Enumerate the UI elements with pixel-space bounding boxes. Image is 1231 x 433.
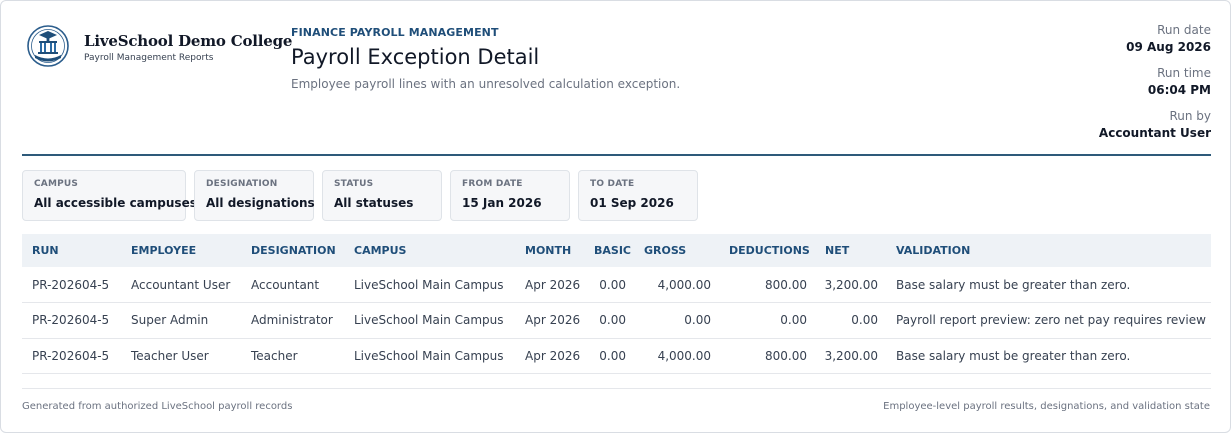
cell-validation: Base salary must be greater than zero. <box>896 277 1131 292</box>
cell-net: 0.00 <box>851 313 878 328</box>
column-header-deductions[interactable]: DEDUCTIONS <box>719 234 815 267</box>
filter-value: All designations <box>206 196 315 210</box>
header-divider <box>22 154 1211 156</box>
filter-label: TO DATE <box>590 179 635 189</box>
run-meta: Run date 09 Aug 2026 Run time 06:04 PM R… <box>1099 21 1211 150</box>
cell-employee: Super Admin <box>131 313 209 328</box>
table-header-row: RUN EMPLOYEE DESIGNATION CAMPUS MONTH BA… <box>22 234 1211 267</box>
cell-deductions: 0.00 <box>780 313 807 328</box>
run-time-label: Run time <box>1157 66 1211 80</box>
report-titles: FINANCE PAYROLL MANAGEMENT Payroll Excep… <box>291 26 680 91</box>
footer-divider <box>22 388 1211 389</box>
cell-net: 3,200.00 <box>824 277 878 292</box>
college-crest-icon <box>27 25 69 67</box>
cell-gross: 0.00 <box>684 313 711 328</box>
filter-from-date: FROM DATE 15 Jan 2026 <box>450 170 570 221</box>
cell-month: Apr 2026 <box>525 313 581 328</box>
run-by-label: Run by <box>1169 109 1211 123</box>
report-subtitle: Employee payroll lines with an unresolve… <box>291 77 681 91</box>
column-header-month[interactable]: MONTH <box>515 234 584 267</box>
cell-campus: LiveSchool Main Campus <box>354 313 504 328</box>
filter-label: FROM DATE <box>462 179 523 189</box>
run-date-label: Run date <box>1157 23 1211 37</box>
college-subtitle: Payroll Management Reports <box>84 53 214 63</box>
cell-employee: Accountant User <box>131 277 231 292</box>
column-header-validation[interactable]: VALIDATION <box>886 234 1211 267</box>
table-row[interactable]: PR-202604-5 Teacher User Teacher LiveSch… <box>22 338 1211 374</box>
footer-scope-note: Employee-level payroll results, designat… <box>883 401 1210 412</box>
table-row[interactable]: PR-202604-5 Accountant User Accountant L… <box>22 267 1211 303</box>
cell-month: Apr 2026 <box>525 277 581 292</box>
filter-label: STATUS <box>334 179 374 189</box>
table-row[interactable]: PR-202604-5 Super Admin Administrator Li… <box>22 303 1211 338</box>
column-header-employee[interactable]: EMPLOYEE <box>121 234 241 267</box>
column-header-campus[interactable]: CAMPUS <box>344 234 515 267</box>
brand: LiveSchool Demo College Payroll Manageme… <box>26 24 292 68</box>
cell-campus: LiveSchool Main Campus <box>354 277 504 292</box>
report-page: LiveSchool Demo College Payroll Manageme… <box>0 0 1231 433</box>
filter-status: STATUS All statuses <box>322 170 442 221</box>
report-eyebrow: FINANCE PAYROLL MANAGEMENT <box>291 26 499 39</box>
report-header: LiveSchool Demo College Payroll Manageme… <box>22 21 1211 155</box>
filter-value: All accessible campuses <box>34 196 197 210</box>
column-header-basic[interactable]: BASIC <box>584 234 634 267</box>
college-name: LiveSchool Demo College <box>84 32 293 50</box>
filter-summary: CAMPUS All accessible campuses DESIGNATI… <box>22 170 698 221</box>
cell-designation: Teacher <box>251 348 298 363</box>
filter-to-date: TO DATE 01 Sep 2026 <box>578 170 698 221</box>
cell-campus: LiveSchool Main Campus <box>354 348 504 363</box>
report-title: Payroll Exception Detail <box>291 45 540 69</box>
filter-label: CAMPUS <box>34 179 79 189</box>
exception-table: RUN EMPLOYEE DESIGNATION CAMPUS MONTH BA… <box>22 234 1211 374</box>
cell-designation: Accountant <box>251 277 320 292</box>
cell-month: Apr 2026 <box>525 348 581 363</box>
run-date-value: 09 Aug 2026 <box>1126 40 1211 54</box>
cell-gross: 4,000.00 <box>657 277 711 292</box>
cell-run: PR-202604-5 <box>32 348 110 363</box>
column-header-designation[interactable]: DESIGNATION <box>241 234 344 267</box>
cell-basic: 0.00 <box>599 277 626 292</box>
run-time-value: 06:04 PM <box>1147 83 1211 97</box>
cell-net: 3,200.00 <box>824 348 878 363</box>
run-by-value: Accountant User <box>1098 126 1211 140</box>
filter-value: All statuses <box>334 196 414 210</box>
column-header-run[interactable]: RUN <box>22 234 121 267</box>
cell-basic: 0.00 <box>599 348 626 363</box>
footer-source-note: Generated from authorized LiveSchool pay… <box>22 401 293 412</box>
filter-label: DESIGNATION <box>206 179 278 189</box>
cell-deductions: 800.00 <box>765 277 807 292</box>
filter-campus: CAMPUS All accessible campuses <box>22 170 197 221</box>
cell-employee: Teacher User <box>131 348 209 363</box>
cell-run: PR-202604-5 <box>32 313 110 328</box>
cell-validation: Base salary must be greater than zero. <box>896 348 1131 363</box>
filter-value: 01 Sep 2026 <box>590 196 674 210</box>
column-header-net[interactable]: NET <box>815 234 886 267</box>
cell-validation: Payroll report preview: zero net pay req… <box>896 313 1206 328</box>
cell-deductions: 800.00 <box>765 348 807 363</box>
filter-value: 15 Jan 2026 <box>462 196 542 210</box>
filter-designation: DESIGNATION All designations <box>194 170 315 221</box>
column-header-gross[interactable]: GROSS <box>634 234 719 267</box>
exception-table-container: RUN EMPLOYEE DESIGNATION CAMPUS MONTH BA… <box>22 234 1211 374</box>
cell-gross: 4,000.00 <box>657 348 711 363</box>
cell-run: PR-202604-5 <box>32 277 110 292</box>
cell-basic: 0.00 <box>599 313 626 328</box>
cell-designation: Administrator <box>251 313 333 328</box>
